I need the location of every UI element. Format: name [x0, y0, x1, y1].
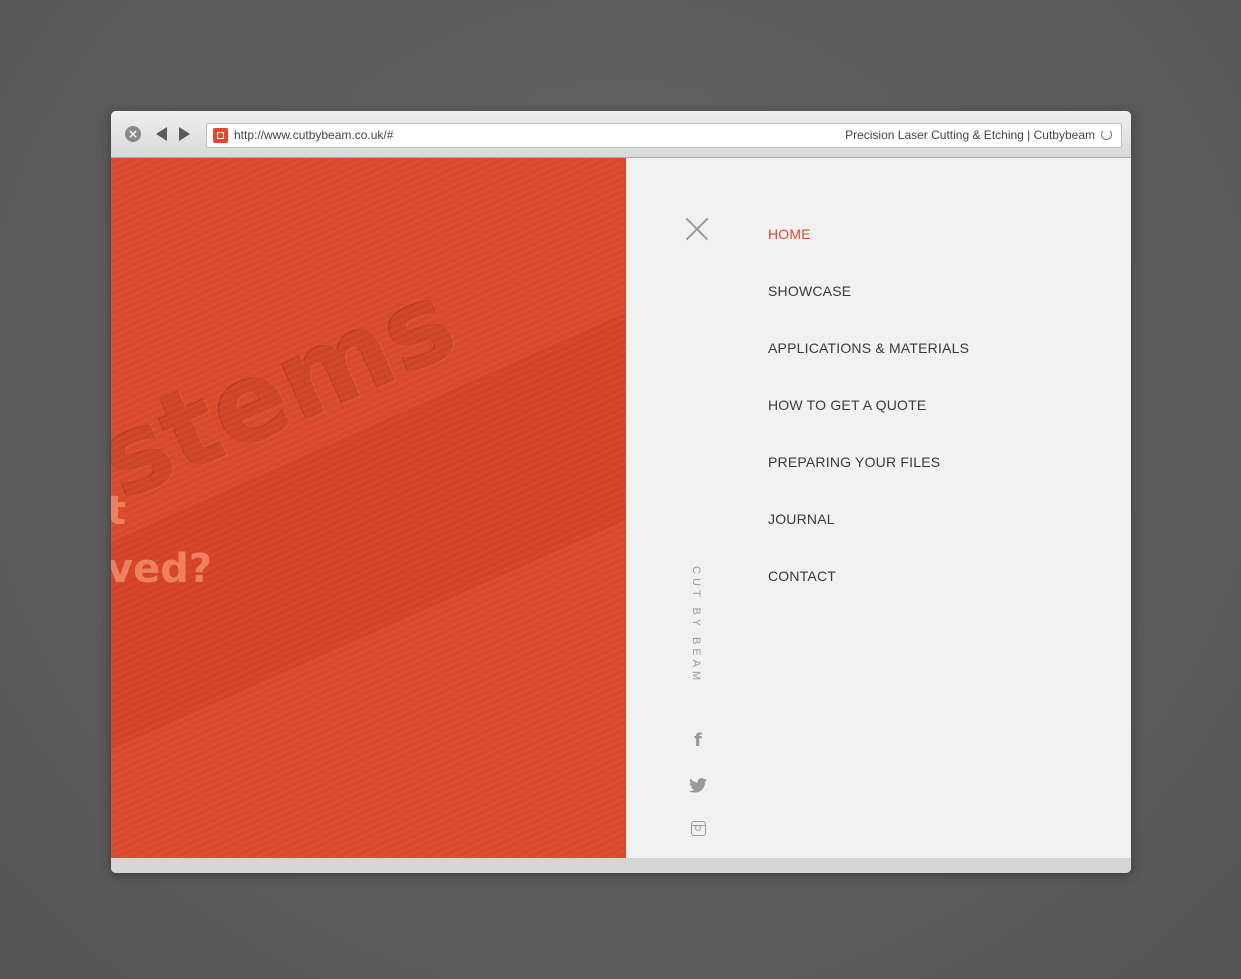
instagram-icon[interactable]: [689, 819, 707, 837]
brand-wordmark: CUT BY BEAM: [690, 566, 702, 685]
menu-item-preparing-your-files[interactable]: PREPARING YOUR FILES: [768, 454, 969, 511]
menu-item-journal[interactable]: JOURNAL: [768, 511, 969, 568]
hero-headline-line-2: ved?: [111, 546, 213, 592]
address-bar[interactable]: http://www.cutbybeam.co.uk/# Precision L…: [206, 123, 1122, 148]
menu-item-showcase[interactable]: SHOWCASE: [768, 283, 969, 340]
menu-list: HOME SHOWCASE APPLICATIONS & MATERIALS H…: [768, 226, 969, 625]
menu-item-applications-materials[interactable]: APPLICATIONS & MATERIALS: [768, 340, 969, 397]
close-menu-icon[interactable]: [686, 218, 708, 240]
menu-item-contact[interactable]: CONTACT: [768, 568, 969, 625]
forward-arrow-icon[interactable]: [179, 127, 190, 141]
hero-image: stems t ved?: [111, 158, 626, 858]
hero-headline-line-1: t: [111, 488, 127, 534]
browser-window: × http://www.cutbybeam.co.uk/# Precision…: [111, 111, 1131, 873]
site-favicon-icon: [213, 128, 228, 143]
twitter-icon[interactable]: [689, 776, 707, 794]
menu-item-home[interactable]: HOME: [768, 226, 969, 283]
status-bar: [111, 858, 1131, 873]
facebook-icon[interactable]: f: [689, 730, 707, 751]
hero-wood-grain: [111, 158, 626, 858]
menu-item-how-to-get-a-quote[interactable]: HOW TO GET A QUOTE: [768, 397, 969, 454]
browser-toolbar: × http://www.cutbybeam.co.uk/# Precision…: [111, 111, 1131, 158]
instagram-camera-icon: [690, 820, 706, 836]
reload-icon[interactable]: [1101, 129, 1112, 140]
navigation-menu-panel: HOME SHOWCASE APPLICATIONS & MATERIALS H…: [626, 158, 1131, 858]
back-arrow-icon[interactable]: [156, 127, 167, 141]
page-content: stems t ved? HOME SHOWCASE APPLICATIONS …: [111, 158, 1131, 858]
page-title: Precision Laser Cutting & Etching | Cutb…: [845, 128, 1095, 142]
close-tab-icon[interactable]: ×: [125, 126, 141, 142]
url-text[interactable]: http://www.cutbybeam.co.uk/#: [234, 128, 393, 142]
twitter-bird-icon: [689, 777, 707, 793]
